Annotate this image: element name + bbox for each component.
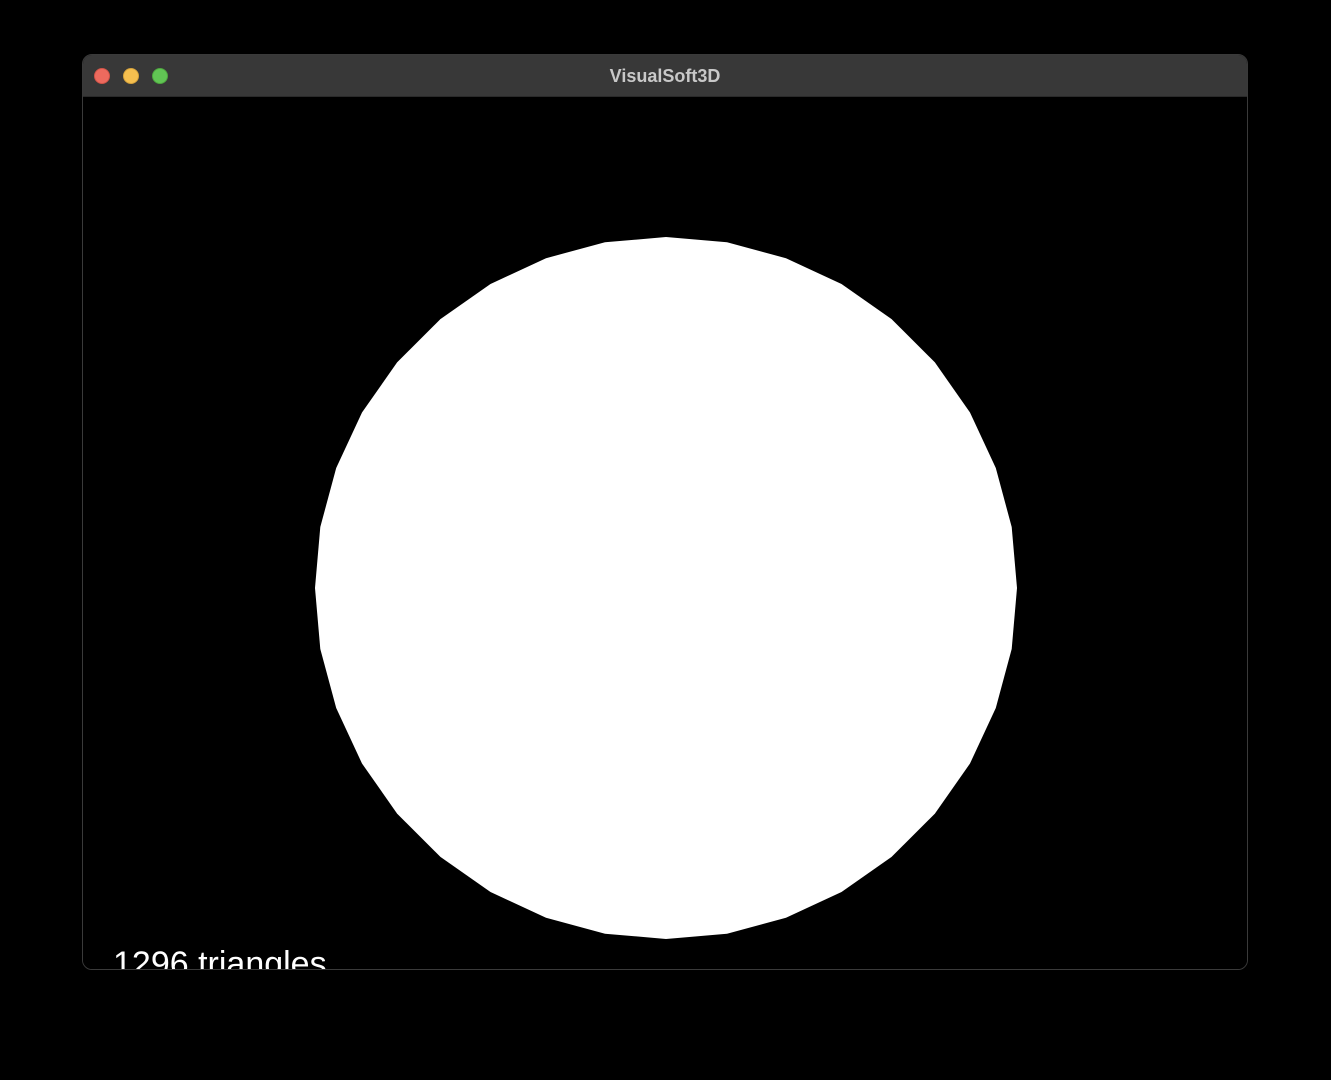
window-title: VisualSoft3D [609,66,721,86]
render-svg [315,237,1017,939]
sphere-mesh [315,237,1017,939]
triangle-count-label: 1296 triangles [113,945,327,970]
title-bar[interactable]: VisualSoft3D [83,55,1247,97]
app-window: VisualSoft3D 1296 triangles [82,54,1248,970]
render-viewport[interactable]: 1296 triangles [83,97,1247,969]
